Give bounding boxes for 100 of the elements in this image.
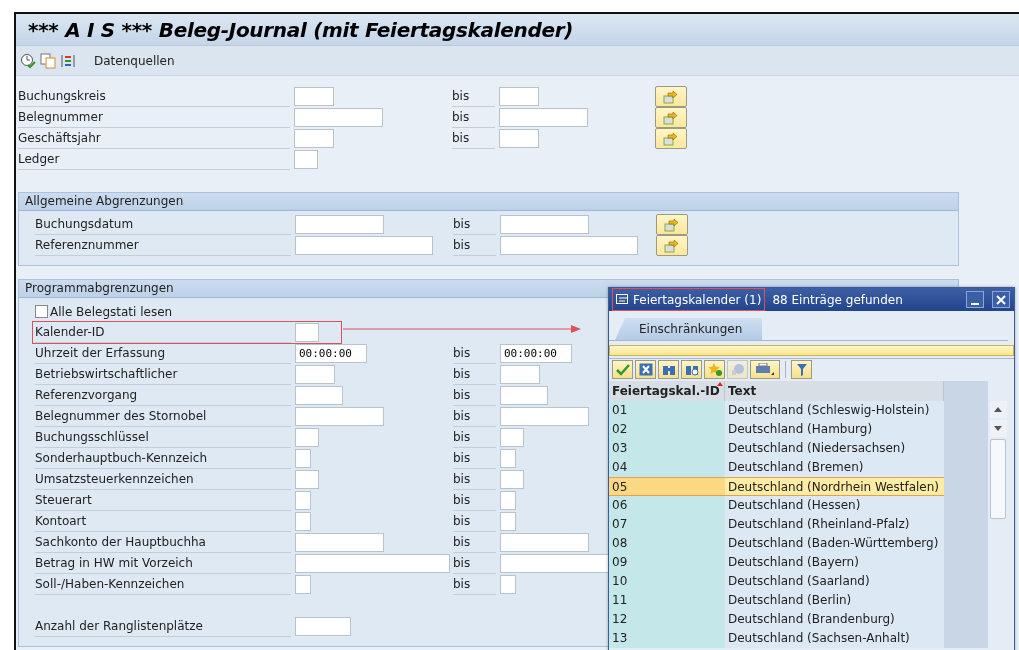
input-field[interactable]: 00:00:00 <box>500 344 572 363</box>
scrollbar-thumb[interactable] <box>990 439 1006 519</box>
field-label: Belegnummer <box>18 107 290 128</box>
table-cell[interactable]: Deutschland (Saarland) <box>725 572 944 591</box>
input-field[interactable] <box>295 512 311 531</box>
range-label: bis <box>453 364 496 385</box>
input-field[interactable] <box>295 449 311 468</box>
minimize-button[interactable] <box>966 291 984 308</box>
field-label: Kalender-ID <box>35 322 291 343</box>
table-cell[interactable]: 07 <box>609 515 725 534</box>
binoculars-button[interactable] <box>658 360 679 379</box>
filter-button[interactable] <box>791 360 812 379</box>
multiple-selection-button[interactable] <box>656 235 688 256</box>
close-button[interactable] <box>992 291 1010 308</box>
binoculars-button[interactable] <box>681 360 702 379</box>
input-field[interactable] <box>500 512 516 531</box>
scroll-up-button[interactable] <box>989 401 1007 418</box>
range-label: bis <box>453 511 496 532</box>
input-field[interactable] <box>295 323 319 342</box>
input-field[interactable] <box>295 491 311 510</box>
table-cell[interactable]: 02 <box>609 420 725 439</box>
input-field[interactable] <box>295 407 384 426</box>
multiple-selection-button[interactable] <box>655 86 687 107</box>
input-field[interactable] <box>500 365 540 384</box>
range-label: bis <box>453 532 496 553</box>
table-cell[interactable]: Deutschland (Rheinland-Pfalz) <box>725 515 944 534</box>
table-cell[interactable]: 03 <box>609 439 725 458</box>
table-cell[interactable]: 10 <box>609 572 725 591</box>
table-cell[interactable]: Deutschland (Sachsen-Anhalt) <box>725 629 944 648</box>
input-field[interactable] <box>295 575 311 594</box>
input-field[interactable] <box>295 215 384 234</box>
table-cell[interactable]: Deutschland (Niedersachsen) <box>725 439 944 458</box>
input-field[interactable] <box>295 428 319 447</box>
range-label: bis <box>453 385 496 406</box>
input-field[interactable] <box>500 428 524 447</box>
data-sources-button[interactable]: Datenquellen <box>88 53 181 68</box>
range-label: bis <box>453 427 496 448</box>
table-cell[interactable]: 13 <box>609 629 725 648</box>
multiple-selection-button[interactable] <box>655 128 687 149</box>
input-field[interactable] <box>500 533 589 552</box>
input-field[interactable] <box>500 575 516 594</box>
field-label: Steuerart <box>35 490 291 511</box>
binoculars-icon <box>684 363 699 376</box>
field-label: Anzahl der Ranglistenplätze <box>35 616 291 637</box>
input-field[interactable] <box>499 129 539 148</box>
input-field[interactable] <box>500 470 524 489</box>
table-cell[interactable]: Deutschland (Hessen) <box>725 496 944 515</box>
table-cell[interactable]: Deutschland (Bremen) <box>725 458 944 477</box>
table-cell[interactable]: Deutschland (Schleswig-Holstein) <box>725 401 944 420</box>
input-field[interactable] <box>294 129 334 148</box>
input-field[interactable] <box>295 554 450 573</box>
input-field[interactable] <box>294 150 318 169</box>
input-field[interactable] <box>295 617 351 636</box>
table-cell[interactable]: Deutschland (Bayern) <box>725 553 944 572</box>
table-cell[interactable]: Deutschland (Brandenburg) <box>725 610 944 629</box>
check-button[interactable] <box>612 360 633 379</box>
tab[interactable]: Einschränkungen <box>615 318 763 340</box>
range-label: bis <box>453 214 496 235</box>
range-label: bis <box>453 490 496 511</box>
input-field[interactable] <box>499 108 588 127</box>
input-field[interactable] <box>295 470 319 489</box>
column-header[interactable]: Text <box>725 381 944 401</box>
table-cell[interactable]: 08 <box>609 534 725 553</box>
table-cell[interactable]: 09 <box>609 553 725 572</box>
table-cell[interactable]: 11 <box>609 591 725 610</box>
multiple-selection-button[interactable] <box>656 214 688 235</box>
checkbox[interactable] <box>35 305 48 318</box>
input-field[interactable] <box>294 87 334 106</box>
input-field[interactable] <box>500 386 548 405</box>
column-header[interactable]: Feiertagskal.-ID <box>609 381 725 401</box>
table-cell[interactable]: 04 <box>609 458 725 477</box>
table-cell[interactable]: 06 <box>609 496 725 515</box>
input-field[interactable] <box>500 491 516 510</box>
table-cell[interactable]: Deutschland (Berlin) <box>725 591 944 610</box>
input-field[interactable] <box>295 533 384 552</box>
table-cell[interactable]: Deutschland (Baden-Württemberg) <box>725 534 944 553</box>
input-field[interactable] <box>295 236 433 255</box>
table-cell[interactable]: 01 <box>609 401 725 420</box>
input-field[interactable] <box>500 215 589 234</box>
table-cell[interactable]: 12 <box>609 610 725 629</box>
printer-button[interactable] <box>750 360 780 379</box>
input-field[interactable] <box>500 407 589 426</box>
input-field[interactable] <box>500 449 516 468</box>
input-field[interactable] <box>295 365 335 384</box>
field-label: Betrag in HW mit Vorzeich <box>35 553 291 574</box>
multiple-selection-button[interactable] <box>655 107 687 128</box>
input-field[interactable] <box>295 386 343 405</box>
scroll-down-button[interactable] <box>989 420 1007 437</box>
table-cell[interactable]: Deutschland (Nordrhein Westfalen) <box>725 477 944 496</box>
star-button[interactable] <box>704 360 725 379</box>
input-field[interactable]: 00:00:00 <box>295 344 367 363</box>
field-label: Betriebswirtschaftlicher <box>35 364 291 385</box>
input-field[interactable] <box>500 236 638 255</box>
cancel-button[interactable] <box>635 360 656 379</box>
input-field[interactable] <box>499 87 539 106</box>
execute-icon[interactable] <box>20 52 36 69</box>
table-cell[interactable]: 05 <box>609 477 725 496</box>
list-icon[interactable] <box>60 52 76 69</box>
table-cell[interactable]: Deutschland (Hamburg) <box>725 420 944 439</box>
input-field[interactable] <box>294 108 383 127</box>
